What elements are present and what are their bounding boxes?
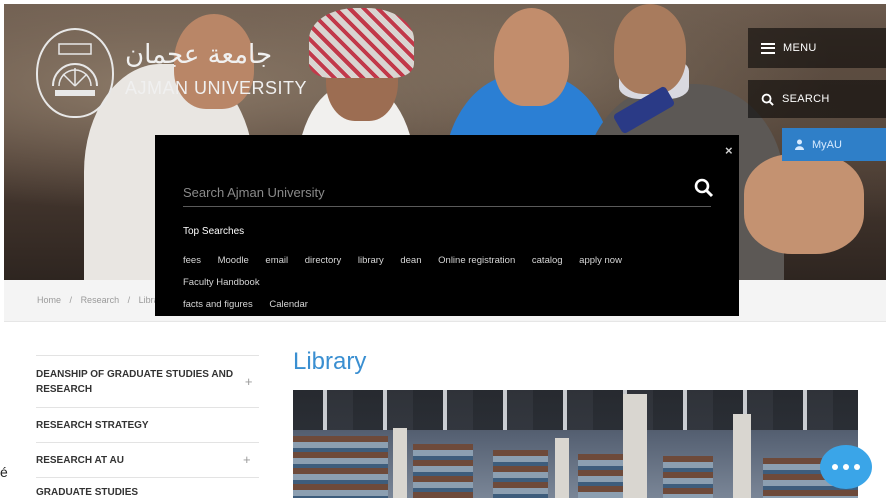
search-tag[interactable]: facts and figures	[183, 294, 253, 316]
hamburger-icon	[761, 42, 775, 54]
search-icon[interactable]	[694, 178, 714, 198]
myau-label: MyAU	[812, 138, 842, 151]
pillar	[623, 394, 647, 498]
bookshelf	[293, 436, 388, 498]
chat-icon	[843, 464, 849, 470]
sidebar-item-label: RESEARCH AT AU	[36, 454, 124, 466]
breadcrumb-separator: /	[69, 295, 73, 305]
bookshelf	[413, 444, 473, 498]
logo-emblem-icon	[52, 43, 98, 96]
bookshelf	[493, 450, 548, 498]
sidebar-item-label: DEANSHIP OF GRADUATE STUDIES AND RESEARC…	[36, 368, 234, 395]
sidebar-item-graduate-studies[interactable]: GRADUATE STUDIES	[36, 477, 259, 498]
top-searches-heading: Top Searches	[183, 226, 245, 237]
bookshelf	[578, 454, 626, 498]
search-tag[interactable]: apply now	[579, 250, 622, 272]
search-label: SEARCH	[782, 93, 830, 105]
pillar	[555, 438, 569, 498]
student-figure	[744, 154, 864, 254]
chat-button[interactable]	[820, 445, 872, 489]
sidebar-item-graduate-studies-research[interactable]: DEANSHIP OF GRADUATE STUDIES AND RESEARC…	[36, 355, 259, 407]
student-figure	[614, 4, 686, 94]
menu-label: MENU	[783, 42, 817, 54]
search-tag[interactable]: dean	[400, 250, 421, 272]
menu-button[interactable]: MENU	[748, 28, 886, 68]
close-icon[interactable]: ×	[725, 143, 733, 158]
edge-glyph: é	[0, 464, 8, 480]
library-photo	[293, 390, 858, 498]
sidebar: DEANSHIP OF GRADUATE STUDIES AND RESEARC…	[36, 355, 259, 498]
university-logo[interactable]	[36, 28, 114, 118]
sidebar-item-label: GRADUATE STUDIES	[36, 487, 139, 498]
student-figure	[494, 8, 569, 106]
sidebar-item-research-at-au[interactable]: RESEARCH AT AU +	[36, 442, 259, 477]
search-tag[interactable]: Online registration	[438, 250, 515, 272]
search-tag[interactable]: fees	[183, 250, 201, 272]
myau-button[interactable]: MyAU	[782, 128, 886, 161]
search-tag[interactable]: email	[265, 250, 288, 272]
search-button[interactable]: SEARCH	[748, 80, 886, 118]
search-input[interactable]	[183, 178, 711, 207]
chat-icon	[854, 464, 860, 470]
search-tag[interactable]: Calendar	[269, 294, 308, 316]
search-tag[interactable]: Moodle	[218, 250, 249, 272]
logo-arabic-name: جامعة عجمان	[125, 40, 273, 70]
top-searches-list: fees Moodle email directory library dean…	[183, 250, 723, 316]
breadcrumb-separator: /	[127, 295, 131, 305]
pillar	[393, 428, 407, 498]
pillar	[733, 414, 751, 498]
bookshelf	[663, 456, 713, 498]
plus-icon[interactable]: +	[243, 450, 253, 470]
sidebar-item-label: RESEARCH STRATEGY	[36, 419, 149, 431]
search-tag[interactable]: catalog	[532, 250, 563, 272]
user-icon	[795, 139, 804, 150]
search-tag[interactable]: directory	[305, 250, 341, 272]
search-icon	[761, 93, 774, 106]
plus-icon[interactable]: +	[245, 372, 253, 392]
library-ceiling	[293, 390, 858, 430]
search-tag[interactable]: library	[358, 250, 384, 272]
sidebar-item-research-strategy[interactable]: RESEARCH STRATEGY	[36, 407, 259, 442]
page-title: Library	[293, 348, 367, 375]
breadcrumb-home[interactable]: Home	[37, 295, 61, 305]
search-tag[interactable]: Faculty Handbook	[183, 272, 260, 294]
chat-icon	[832, 464, 838, 470]
student-figure	[309, 8, 414, 78]
logo-english-name: AJMAN UNIVERSITY	[125, 78, 308, 98]
breadcrumb-research[interactable]: Research	[81, 295, 120, 305]
